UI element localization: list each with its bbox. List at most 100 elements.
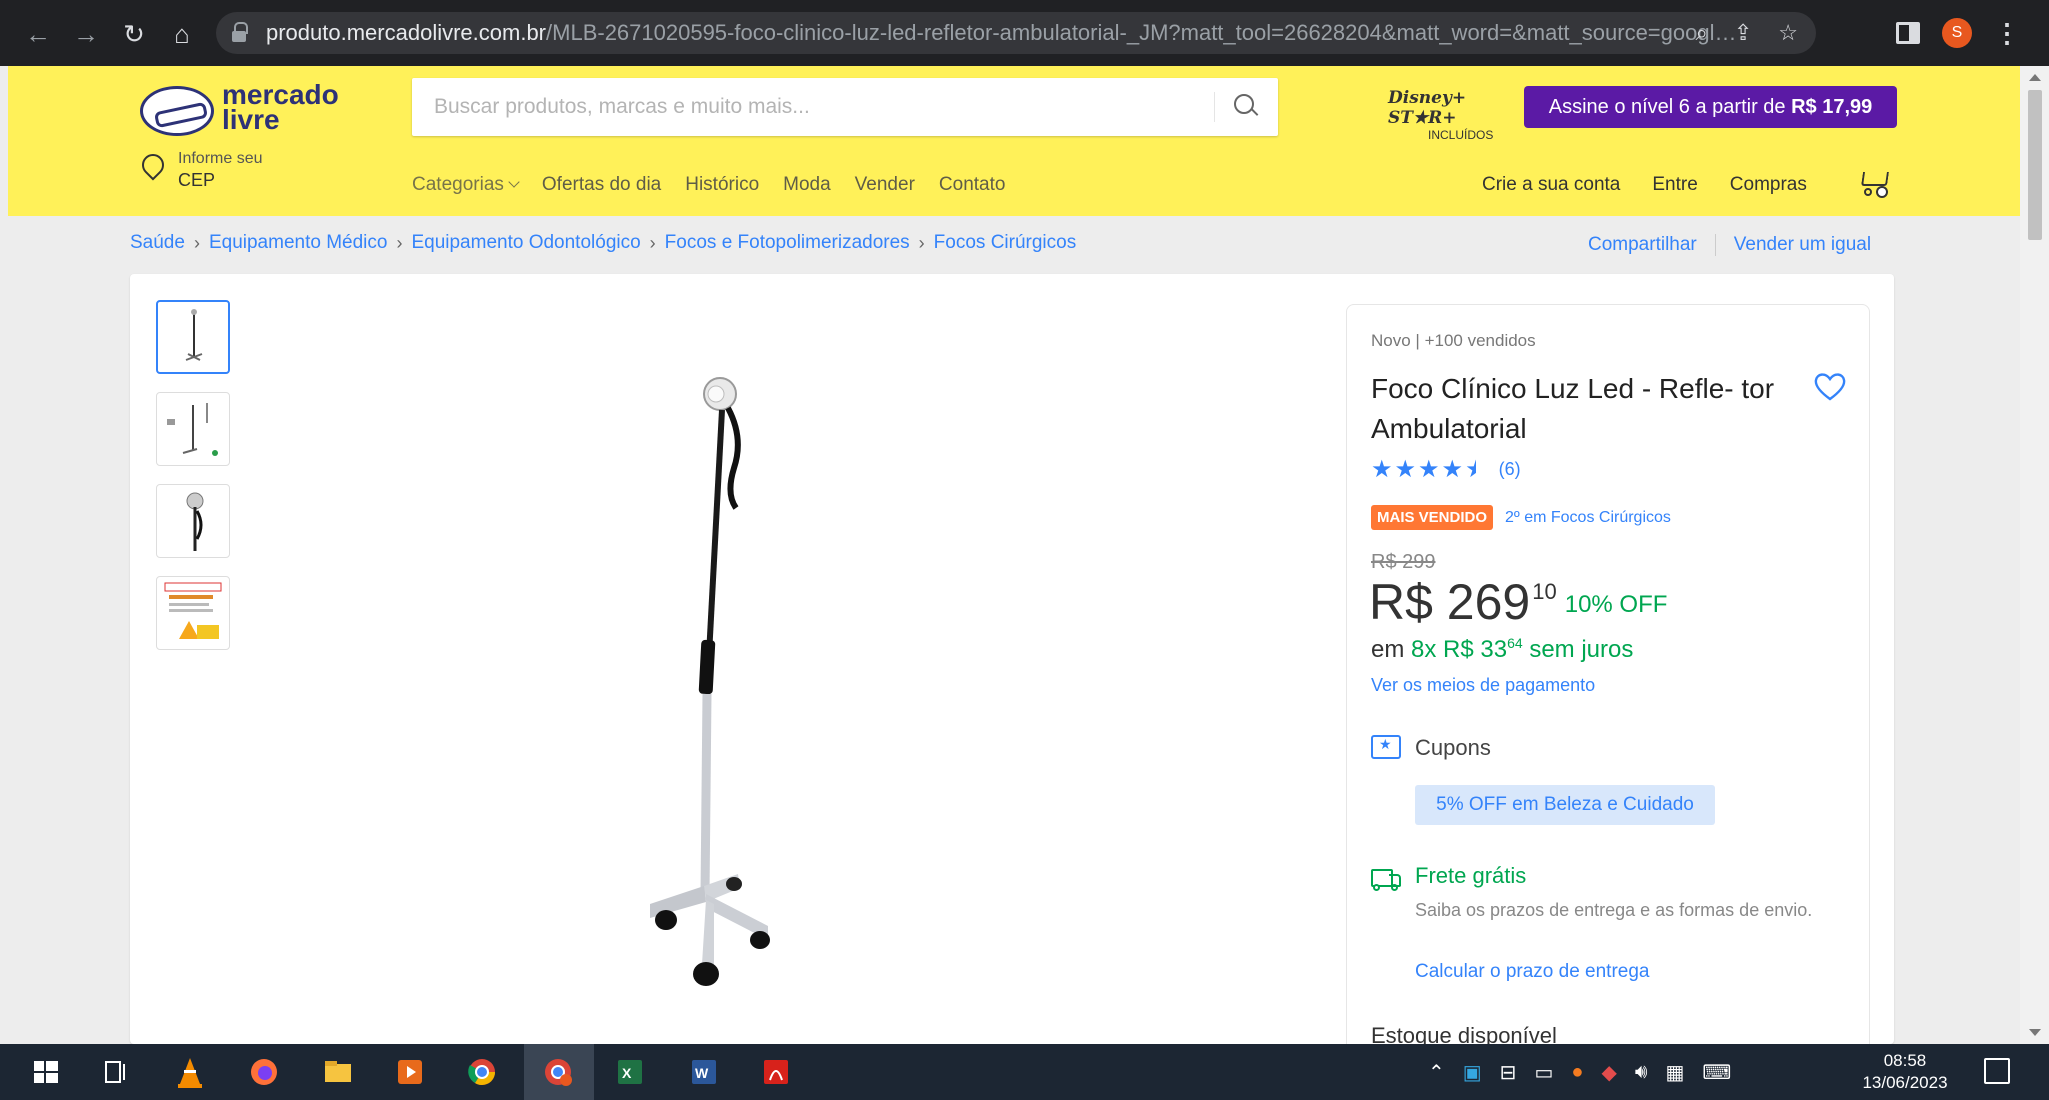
tray-security-icon[interactable]: ◆ — [1601, 1060, 1616, 1085]
search-icon[interactable] — [1232, 92, 1260, 120]
product-main-image[interactable] — [610, 374, 910, 1004]
taskbar: X W ⌃ ▣ ⊟ ▭ ● ◆ 🔊︎ ▦ ⌨ 08:58 13/06/2023 — [0, 1044, 2049, 1100]
chevron-right-icon: › — [396, 232, 403, 253]
side-panel-icon[interactable] — [1896, 22, 1920, 44]
mercadolivre-logo[interactable]: mercado livre — [134, 81, 354, 142]
nav-item-contato[interactable]: Contato — [939, 174, 1006, 196]
condition-sold: Novo | +100 vendidos — [1371, 331, 1536, 350]
coupon-icon — [1371, 735, 1401, 759]
coupon-chip[interactable]: 5% OFF em Beleza e Cuidado — [1415, 785, 1715, 825]
rating-stars[interactable]: ★ ★ ★ ★ ★ (6) — [1371, 455, 1521, 484]
zoom-search-icon[interactable]: ⌕ — [1696, 20, 1708, 46]
calculate-shipping-link[interactable]: Calcular o prazo de entrega — [1415, 961, 1649, 983]
home-icon[interactable]: ⌂ — [166, 18, 198, 50]
search-divider — [1214, 92, 1215, 122]
tray-display-icon[interactable]: ▦ — [1665, 1060, 1684, 1085]
notifications-icon[interactable] — [1984, 1058, 2010, 1084]
sell-similar-link[interactable]: Vender um igual — [1734, 234, 1871, 256]
task-view-icon[interactable] — [96, 1052, 136, 1092]
bookmark-star-icon[interactable]: ☆ — [1778, 20, 1798, 46]
tray-network-icon[interactable]: ⊟ — [1500, 1060, 1517, 1085]
stock-label: Estoque disponível — [1371, 1023, 1557, 1044]
lock-icon[interactable] — [232, 22, 248, 42]
heart-favorite-icon[interactable] — [1813, 371, 1847, 403]
forward-icon[interactable]: → — [70, 18, 102, 50]
price-cents: 10 — [1532, 579, 1557, 604]
vlc-icon[interactable] — [170, 1052, 210, 1092]
breadcrumb-item-equip-medico[interactable]: Equipamento Médico — [209, 232, 388, 254]
menu-kebab-icon[interactable]: ⋮ — [1994, 18, 2020, 48]
nav-item-historico[interactable]: Histórico — [685, 174, 759, 196]
bestseller-badge: MAIS VENDIDO — [1371, 505, 1494, 530]
acrobat-icon[interactable] — [756, 1052, 796, 1092]
create-account-link[interactable]: Crie a sua conta — [1482, 174, 1620, 196]
url-path: /MLB-2671020595-foco-clinico-luz-led-ref… — [546, 20, 1746, 45]
url-text[interactable]: produto.mercadolivre.com.br/MLB-26710205… — [266, 12, 1746, 54]
bestseller-row: MAIS VENDIDO 2º em Focos Cirúrgicos — [1371, 505, 1671, 530]
cep-selector[interactable]: Informe seu CEP — [134, 150, 334, 200]
volume-icon[interactable]: 🔊︎ — [1635, 1061, 1648, 1084]
installments-value: 8x R$ 33 — [1411, 636, 1508, 663]
excel-icon[interactable]: X — [610, 1052, 650, 1092]
handshake-logo-icon — [140, 86, 214, 136]
scroll-thumb[interactable] — [2028, 90, 2042, 240]
breadcrumb-item-focos-cirurgicos[interactable]: Focos Cirúrgicos — [934, 232, 1077, 254]
page-scrollbar[interactable] — [2020, 66, 2049, 1044]
cep-label: Informe seu — [178, 150, 263, 167]
tray-battery-icon[interactable]: ▭ — [1534, 1060, 1553, 1085]
chrome-profile-icon[interactable] — [538, 1052, 578, 1092]
cart-icon[interactable] — [1856, 166, 1890, 196]
address-bar[interactable]: produto.mercadolivre.com.br/MLB-26710205… — [216, 12, 1816, 54]
word-icon[interactable]: W — [684, 1052, 724, 1092]
nav-item-ofertas[interactable]: Ofertas do dia — [542, 174, 661, 196]
keyboard-icon[interactable]: ⌨ — [1702, 1060, 1731, 1085]
thumbnail-parts-icon — [167, 403, 218, 456]
scroll-down-arrow-icon[interactable] — [2029, 1029, 2041, 1036]
disney-logo-text: Disney+ ST★R+ — [1388, 88, 1467, 128]
truck-wheel — [1373, 884, 1380, 891]
thumbnail-4[interactable] — [156, 576, 230, 650]
installments-prefix: em — [1371, 636, 1412, 663]
tray-chevron-up-icon[interactable]: ⌃ — [1428, 1060, 1445, 1085]
search-bar[interactable]: Buscar produtos, marcas e muito mais... — [412, 78, 1278, 136]
purchases-link[interactable]: Compras — [1730, 174, 1807, 196]
disney-star-logo[interactable]: Disney+ ST★R+ INCLUÍDOS — [1388, 88, 1518, 142]
back-icon[interactable]: ← — [22, 18, 54, 50]
thumbnail-3[interactable] — [156, 484, 230, 558]
system-clock[interactable]: 08:58 13/06/2023 — [1860, 1050, 1950, 1094]
login-link[interactable]: Entre — [1652, 174, 1697, 196]
tray-app-icon[interactable]: ▣ — [1463, 1060, 1482, 1085]
breadcrumb-item-equip-odonto[interactable]: Equipamento Odontológico — [411, 232, 640, 254]
nav-item-moda[interactable]: Moda — [783, 174, 831, 196]
browser-actions: S ⋮ — [1896, 18, 2020, 48]
nav-item-vender[interactable]: Vender — [855, 174, 915, 196]
scroll-up-arrow-icon[interactable] — [2029, 74, 2041, 81]
payment-methods-link[interactable]: Ver os meios de pagamento — [1371, 675, 1595, 696]
installments: em 8x R$ 3364 sem juros — [1371, 635, 1633, 664]
file-explorer-icon[interactable] — [318, 1052, 358, 1092]
profile-avatar[interactable]: S — [1942, 18, 1972, 48]
share-icon[interactable]: ⇪ — [1734, 20, 1752, 46]
thumbnail-attention-icon — [164, 582, 222, 639]
logo-line-2: livre — [222, 104, 280, 135]
subscription-promo-banner[interactable]: Assine o nível 6 a partir de R$ 17,99 — [1524, 86, 1897, 128]
search-input[interactable]: Buscar produtos, marcas e muito mais... — [434, 78, 1194, 136]
media-player-icon[interactable] — [390, 1052, 430, 1092]
share-link[interactable]: Compartilhar — [1588, 234, 1697, 256]
tray-avast-icon[interactable]: ● — [1571, 1061, 1583, 1084]
promo-text: Assine o nível 6 a partir de — [1548, 96, 1792, 118]
reload-icon[interactable]: ↻ — [118, 18, 150, 50]
breadcrumb-item-focos-foto[interactable]: Focos e Fotopolimerizadores — [665, 232, 910, 254]
sold-count: +100 vendidos — [1424, 331, 1536, 350]
thumbnail-2[interactable] — [156, 392, 230, 466]
url-host: produto.mercadolivre.com.br — [266, 20, 547, 45]
location-pin-icon — [142, 154, 162, 180]
breadcrumb-item-saude[interactable]: Saúde — [130, 232, 185, 254]
thumbnail-1[interactable] — [156, 300, 230, 374]
chrome-icon[interactable] — [462, 1052, 502, 1092]
category-rank-link[interactable]: 2º em Focos Cirúrgicos — [1505, 509, 1671, 527]
firefox-icon[interactable] — [244, 1052, 284, 1092]
windows-start-icon[interactable] — [26, 1052, 66, 1092]
nav-item-categorias[interactable]: Categorias — [412, 174, 520, 196]
review-count[interactable]: (6) — [1499, 459, 1521, 480]
